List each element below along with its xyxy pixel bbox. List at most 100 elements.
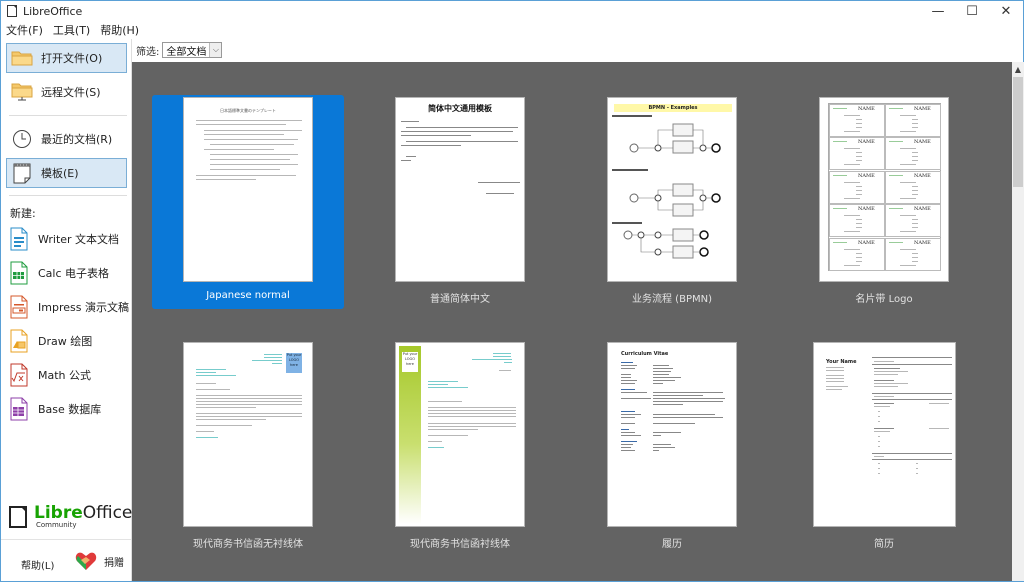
new-heading: 新建: bbox=[10, 207, 36, 220]
menu-bar: 文件(F) 工具(T) 帮助(H) bbox=[1, 21, 1023, 39]
new-base-label: Base 数据库 bbox=[38, 403, 102, 416]
template-bpmn[interactable]: BPMN - Examples 业务流程 (BPMN) bbox=[576, 95, 768, 309]
template-view: 日本語標準文書のテンプレート Japanese normal 简体中文通用模板 bbox=[132, 62, 1012, 581]
menu-file[interactable]: 文件(F) bbox=[1, 22, 48, 38]
window-title: LibreOffice bbox=[23, 4, 83, 18]
new-writer-label: Writer 文本文档 bbox=[38, 233, 120, 246]
logo-placeholder: Put your LOGO here bbox=[402, 352, 418, 372]
scroll-up-arrow-icon[interactable]: ▲ bbox=[1012, 62, 1024, 76]
new-impress-button[interactable]: Impress 演示文稿 bbox=[9, 293, 129, 321]
donate-button[interactable]: 捐赠 bbox=[75, 551, 124, 571]
business-card-name: NAME bbox=[914, 106, 931, 112]
template-name: 简历 bbox=[874, 539, 894, 550]
sidebar-item-recent-documents[interactable]: 最近的文档(R) bbox=[6, 124, 127, 154]
template-thumbnail: Put your LOGO here bbox=[183, 342, 313, 527]
business-card: NAME bbox=[885, 170, 941, 204]
business-card: NAME bbox=[885, 137, 941, 171]
template-resume[interactable]: Your Name 简历 bbox=[788, 340, 980, 554]
bpmn-diagram-thumbnail bbox=[612, 115, 721, 259]
sidebar-item-remote-files[interactable]: 远程文件(S) bbox=[6, 77, 127, 107]
template-thumbnail: Your Name bbox=[813, 342, 956, 527]
filter-select[interactable]: 全部文档 ⌵ bbox=[162, 42, 223, 58]
scrollbar-thumb[interactable] bbox=[1013, 77, 1023, 187]
menu-help[interactable]: 帮助(H) bbox=[95, 22, 144, 38]
template-simplified-chinese[interactable]: 简体中文通用模板 普通简体中文 bbox=[364, 95, 556, 309]
template-modern-letter-sans[interactable]: Put your LOGO here 现代商务书信函无衬线体 bbox=[152, 340, 344, 554]
template-cv[interactable]: Curriculum Vitae 履历 bbox=[576, 340, 768, 554]
template-thumbnail: Curriculum Vitae bbox=[607, 342, 737, 527]
business-card-name: NAME bbox=[858, 172, 875, 179]
sidebar-item-templates[interactable]: 模板(E) bbox=[6, 158, 127, 188]
close-button[interactable]: ✕ bbox=[989, 1, 1023, 21]
calc-icon bbox=[10, 261, 28, 285]
template-modern-letter-serif[interactable]: Put your LOGO here 现代商务书信函衬线体 bbox=[364, 340, 556, 554]
new-draw-label: Draw 绘图 bbox=[38, 335, 93, 348]
new-base-button[interactable]: Base 数据库 bbox=[9, 395, 101, 423]
minimize-button[interactable]: — bbox=[921, 1, 955, 21]
business-card: NAME bbox=[829, 204, 885, 238]
logo-placeholder: Put your LOGO here bbox=[286, 353, 302, 373]
sidebar-divider bbox=[9, 195, 127, 196]
business-card: NAME bbox=[885, 204, 941, 238]
title-bar: LibreOffice — ☐ ✕ bbox=[1, 1, 1023, 21]
folder-open-icon bbox=[11, 47, 33, 69]
base-icon bbox=[10, 397, 28, 421]
maximize-button[interactable]: ☐ bbox=[955, 1, 989, 21]
template-thumbnail: Put your LOGO here bbox=[395, 342, 525, 527]
new-draw-button[interactable]: Draw 绘图 bbox=[9, 327, 92, 355]
business-cards-grid: NAME NAME NAME NAME NAME NAME NAME NAME NAME NAME bbox=[828, 103, 941, 271]
template-thumbnail: 简体中文通用模板 bbox=[395, 97, 525, 282]
template-japanese-normal[interactable]: 日本語標準文書のテンプレート Japanese normal bbox=[152, 95, 344, 309]
new-calc-label: Calc 电子表格 bbox=[38, 267, 110, 280]
help-button[interactable]: 帮助(L) bbox=[21, 557, 54, 572]
template-name: 普通简体中文 bbox=[430, 294, 490, 305]
template-name: 名片带 Logo bbox=[855, 294, 913, 305]
sidebar-item-label: 最近的文档(R) bbox=[41, 133, 113, 146]
thumbnail-title: Your Name bbox=[826, 359, 857, 365]
filter-label: 筛选: bbox=[136, 46, 160, 58]
menu-tools[interactable]: 工具(T) bbox=[48, 22, 95, 38]
thumbnail-title: 简体中文通用模板 bbox=[428, 104, 492, 113]
libreoffice-logo: LibreOffice Community bbox=[9, 505, 132, 529]
new-impress-label: Impress 演示文稿 bbox=[38, 301, 129, 314]
sidebar-item-open-file[interactable]: 打开文件(O) bbox=[6, 43, 127, 73]
business-card-name: NAME bbox=[914, 206, 931, 213]
template-name: 现代商务书信函无衬线体 bbox=[193, 539, 303, 550]
business-card: NAME bbox=[829, 104, 885, 137]
clock-icon bbox=[11, 128, 33, 150]
vertical-scrollbar[interactable]: ▲ bbox=[1012, 62, 1024, 581]
green-sidebar-band bbox=[399, 346, 421, 524]
sidebar: 打开文件(O) 远程文件(S) 最近的文档(R) 模板(E) 新建: Write… bbox=[1, 39, 132, 581]
app-document-icon bbox=[7, 5, 17, 17]
business-card: NAME bbox=[829, 237, 885, 271]
libreoffice-start-center: LibreOffice — ☐ ✕ 文件(F) 工具(T) 帮助(H) 打开文件… bbox=[0, 0, 1024, 582]
sidebar-item-label: 远程文件(S) bbox=[41, 86, 101, 99]
new-math-label: Math 公式 bbox=[38, 369, 92, 382]
new-calc-button[interactable]: Calc 电子表格 bbox=[9, 259, 109, 287]
donate-label: 捐赠 bbox=[104, 557, 124, 569]
thumbnail-title: Curriculum Vitae bbox=[621, 351, 669, 357]
sidebar-item-label: 打开文件(O) bbox=[41, 52, 103, 65]
business-card-name: NAME bbox=[858, 106, 875, 112]
new-math-button[interactable]: Math 公式 bbox=[9, 361, 91, 389]
logo-document-icon bbox=[9, 506, 27, 528]
sidebar-divider bbox=[9, 115, 127, 116]
window-controls: — ☐ ✕ bbox=[921, 1, 1023, 21]
business-card-name: NAME bbox=[914, 239, 931, 246]
template-name: 现代商务书信函衬线体 bbox=[410, 539, 510, 550]
template-business-cards-logo[interactable]: NAME NAME NAME NAME NAME NAME NAME NAME NAME NAME… bbox=[788, 95, 980, 309]
new-writer-button[interactable]: Writer 文本文档 bbox=[9, 225, 119, 253]
writer-icon bbox=[10, 227, 28, 251]
business-card: NAME bbox=[885, 104, 941, 137]
impress-icon bbox=[10, 295, 28, 319]
business-card-name: NAME bbox=[858, 239, 875, 246]
draw-icon bbox=[10, 329, 28, 353]
template-name: 业务流程 (BPMN) bbox=[632, 294, 712, 305]
logo-libre-text: Libre bbox=[34, 503, 83, 523]
folder-remote-icon bbox=[11, 81, 33, 103]
logo-edition-text: Community bbox=[36, 521, 77, 529]
template-name: Japanese normal bbox=[206, 290, 290, 301]
business-card-name: NAME bbox=[914, 172, 931, 179]
chevron-down-icon[interactable]: ⌵ bbox=[209, 43, 222, 57]
sidebar-item-label: 模板(E) bbox=[41, 167, 79, 180]
